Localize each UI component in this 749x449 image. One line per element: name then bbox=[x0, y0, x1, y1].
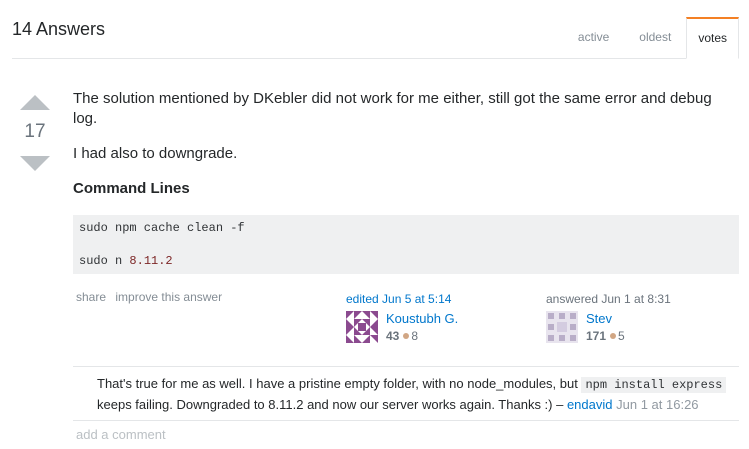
bronze-badge-icon bbox=[610, 333, 617, 339]
answers-count-title: 14 Answers bbox=[12, 19, 106, 39]
vote-count: 17 bbox=[24, 121, 46, 142]
upvote-arrow-icon[interactable] bbox=[20, 95, 50, 110]
tab-oldest[interactable]: oldest bbox=[624, 17, 686, 59]
answer-body: The solution mentioned by DKebler did no… bbox=[73, 89, 739, 274]
editor-bronze-count: 8 bbox=[411, 329, 419, 343]
code-text: sudo n bbox=[79, 254, 130, 268]
editor-name[interactable]: Koustubh G. bbox=[386, 311, 458, 327]
code-number: 8.11.2 bbox=[129, 254, 173, 268]
code-line: sudo npm cache clean -f bbox=[79, 221, 245, 235]
author-avatar-icon[interactable] bbox=[546, 311, 578, 343]
post-menu: share improve this answer bbox=[76, 290, 228, 304]
comment-code: npm install express bbox=[581, 377, 727, 393]
tab-active[interactable]: active bbox=[563, 17, 624, 59]
author-name[interactable]: Stev bbox=[586, 311, 625, 327]
share-link[interactable]: share bbox=[76, 290, 106, 304]
answered-timestamp: answered Jun 1 at 8:31 bbox=[546, 292, 671, 306]
downvote-arrow-icon[interactable] bbox=[20, 156, 50, 171]
tab-votes[interactable]: votes bbox=[686, 17, 739, 59]
comment-user-link[interactable]: endavid bbox=[567, 397, 613, 412]
comment-text: keeps failing. Downgraded to 8.11.2 and … bbox=[97, 397, 567, 412]
editor-signature: edited Jun 5 at 5:14 Koustubh G. 43 8 bbox=[346, 292, 458, 343]
editor-reputation: 43 bbox=[386, 329, 400, 343]
author-bronze-count: 5 bbox=[618, 329, 625, 343]
header-divider bbox=[12, 58, 739, 59]
bronze-badge-icon bbox=[403, 333, 410, 339]
code-block: sudo npm cache clean -f sudo n 8.11.2 bbox=[73, 215, 739, 274]
editor-avatar-icon[interactable] bbox=[346, 311, 378, 343]
sort-tabs: active oldest votes bbox=[563, 17, 739, 59]
comment: That's true for me as well. I have a pri… bbox=[97, 374, 739, 414]
answer-heading: Command Lines bbox=[73, 180, 190, 197]
improve-answer-link[interactable]: improve this answer bbox=[115, 290, 222, 304]
comment-date[interactable]: Jun 1 at 16:26 bbox=[616, 397, 698, 412]
code-line: sudo n 8.11.2 bbox=[79, 253, 733, 269]
author-reputation: 171 bbox=[586, 329, 607, 343]
add-comment-link[interactable]: add a comment bbox=[76, 427, 166, 442]
vote-cell: 17 bbox=[18, 95, 52, 171]
author-signature: answered Jun 1 at 8:31 Stev 171 5 bbox=[546, 292, 671, 343]
answer-paragraph: I had also to downgrade. bbox=[73, 145, 238, 162]
answer-paragraph: The solution mentioned by DKebler did no… bbox=[73, 90, 712, 127]
comment-list: That's true for me as well. I have a pri… bbox=[73, 366, 739, 421]
comment-text: That's true for me as well. I have a pri… bbox=[97, 376, 582, 391]
edited-timestamp[interactable]: edited Jun 5 at 5:14 bbox=[346, 292, 458, 306]
